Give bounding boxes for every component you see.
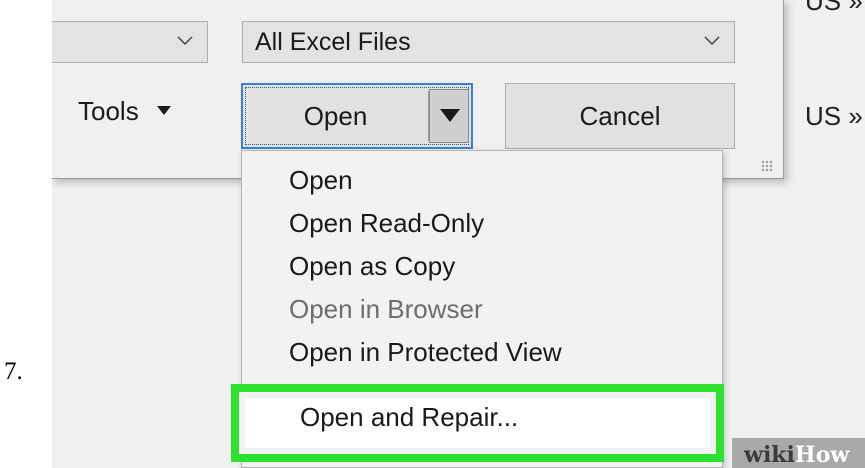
triangle-down-icon [440, 109, 460, 122]
open-button[interactable]: Open [243, 85, 428, 147]
chevron-down-icon [704, 36, 720, 46]
menu-item-open-and-repair[interactable]: Open and Repair... [245, 398, 710, 448]
menu-item-open-read-only[interactable]: Open Read-Only [289, 208, 484, 239]
highlight-frame: Open and Repair... [231, 384, 724, 462]
background-breadcrumb-top: US » M [805, 0, 865, 16]
location-combo[interactable] [52, 21, 208, 63]
step-number: 7. [4, 358, 23, 385]
file-type-filter[interactable]: All Excel Files [242, 21, 735, 63]
menu-item-open-in-browser: Open in Browser [289, 294, 483, 324]
open-dropdown-arrow[interactable] [429, 89, 469, 143]
caret-down-icon [156, 105, 171, 115]
chevron-down-icon [177, 36, 193, 46]
tools-label: Tools [78, 96, 139, 126]
menu-item-open-in-protected-view[interactable]: Open in Protected View [289, 337, 562, 368]
cancel-button[interactable]: Cancel [505, 83, 735, 149]
menu-item-open[interactable]: Open [289, 165, 353, 196]
watermark-wiki: wiki [744, 442, 795, 468]
tools-menu-button[interactable]: Tools [78, 96, 171, 127]
resize-grip-icon[interactable] [761, 160, 773, 172]
screenshot-area: US » M US » 6 All Excel Files Tools Open… [52, 0, 865, 468]
background-breadcrumb-mid: US » 6 [805, 101, 865, 131]
file-type-filter-value: All Excel Files [255, 28, 411, 56]
menu-item-open-and-repair-label: Open and Repair... [300, 402, 519, 432]
watermark-how: How [794, 442, 850, 468]
wikihow-watermark: wikiHow [732, 438, 865, 468]
menu-item-open-as-copy[interactable]: Open as Copy [289, 251, 455, 282]
open-split-button[interactable]: Open [241, 83, 473, 149]
